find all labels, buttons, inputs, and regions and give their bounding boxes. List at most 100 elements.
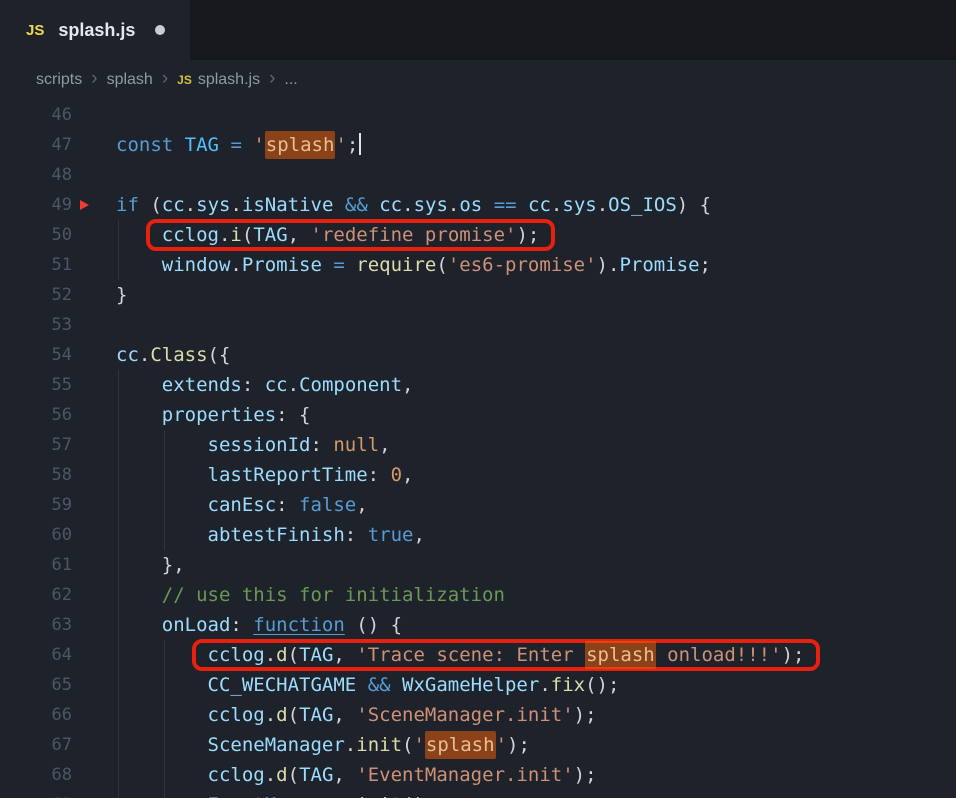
- modified-indicator-dot[interactable]: [155, 25, 166, 35]
- line-number[interactable]: 56: [0, 400, 72, 430]
- tab-splash-js[interactable]: JS splash.js: [0, 0, 190, 60]
- line-number[interactable]: 59: [0, 490, 72, 520]
- code-line[interactable]: 61 },: [0, 550, 956, 580]
- code-text: if (cc.sys.isNative && cc.sys.os == cc.s…: [116, 194, 712, 216]
- code-line[interactable]: 62 // use this for initialization: [0, 580, 956, 610]
- line-number[interactable]: 51: [0, 250, 72, 280]
- gutter-arrow-marker-icon: [80, 200, 89, 210]
- line-number[interactable]: 55: [0, 370, 72, 400]
- code-text: lastReportTime: 0,: [116, 460, 956, 490]
- indent-guide: [118, 370, 119, 400]
- line-number[interactable]: 69: [0, 790, 72, 798]
- code-line[interactable]: 48: [0, 160, 956, 190]
- chevron-right-icon: ›: [161, 68, 169, 89]
- code-line[interactable]: 47 const TAG = 'splash';: [0, 130, 956, 160]
- indent-guide: [118, 460, 119, 490]
- line-number[interactable]: 53: [0, 310, 72, 340]
- breadcrumb: scripts › splash › JS splash.js › ...: [0, 60, 956, 100]
- line-number[interactable]: 63: [0, 610, 72, 640]
- line-number[interactable]: 48: [0, 160, 72, 190]
- indent-guide: [163, 640, 165, 670]
- breadcrumb-item-splash-js[interactable]: JS splash.js: [177, 71, 260, 89]
- search-match-highlight: splash: [424, 731, 496, 759]
- code-line[interactable]: 50 cclog.i(TAG, 'redefine promise');: [0, 219, 956, 251]
- code-text: CC_WECHATGAME && WxGameHelper.fix();: [116, 670, 956, 700]
- line-number[interactable]: 50: [0, 220, 72, 250]
- line-number[interactable]: 67: [0, 730, 72, 760]
- indent-guide: [118, 670, 119, 700]
- code-line[interactable]: 54 cc.Class({: [0, 340, 956, 370]
- code-text: sessionId: null,: [116, 430, 956, 460]
- code-text: },: [116, 550, 956, 580]
- indent-guide: [163, 670, 165, 700]
- breadcrumb-item-label: splash.js: [197, 71, 261, 88]
- code-line[interactable]: 69 EventManager.init();: [0, 790, 956, 798]
- code-text: cclog.d(TAG, 'Trace scene: Enter splash …: [116, 639, 956, 671]
- line-number[interactable]: 61: [0, 550, 72, 580]
- code-line[interactable]: 65 CC_WECHATGAME && WxGameHelper.fix();: [0, 670, 956, 700]
- code-line[interactable]: 64 cclog.d(TAG, 'Trace scene: Enter spla…: [0, 639, 956, 671]
- code-text: // use this for initialization: [116, 580, 956, 610]
- indent-guide: [118, 580, 119, 610]
- code-line[interactable]: 46: [0, 100, 956, 130]
- code-line[interactable]: 49 if (cc.sys.isNative && cc.sys.os == cc…: [0, 190, 956, 220]
- code-line[interactable]: 59 canEsc: false,: [0, 490, 956, 520]
- code-line[interactable]: 52}: [0, 280, 956, 310]
- javascript-file-icon: JS: [26, 21, 45, 39]
- code-line[interactable]: 51 window.Promise = require('es6-promise…: [0, 250, 956, 280]
- code-text: cclog.i(TAG, 'redefine promise');: [116, 219, 956, 251]
- indent-guide: [118, 610, 119, 640]
- line-number[interactable]: 68: [0, 760, 72, 790]
- red-annotation-box: cclog.d(TAG, 'Trace scene: Enter splash …: [191, 639, 821, 671]
- code-line[interactable]: 66 cclog.d(TAG, 'SceneManager.init');: [0, 700, 956, 730]
- line-number[interactable]: 60: [0, 520, 72, 550]
- line-number[interactable]: 49: [0, 190, 72, 220]
- line-number[interactable]: 46: [0, 100, 72, 130]
- code-text: cclog.d(TAG, 'EventManager.init');: [116, 760, 956, 790]
- code-line[interactable]: 60 abtestFinish: true,: [0, 520, 956, 550]
- indent-guide: [163, 430, 165, 460]
- code-text: onLoad: function () {: [116, 610, 956, 640]
- indent-guide: [163, 460, 165, 490]
- indent-guide: [118, 430, 119, 460]
- line-number[interactable]: 64: [0, 640, 72, 670]
- indent-guide: [118, 400, 119, 430]
- line-number[interactable]: 58: [0, 460, 72, 490]
- code-line[interactable]: 53: [0, 310, 956, 340]
- chevron-right-icon: ›: [91, 68, 98, 89]
- code-line[interactable]: 67 SceneManager.init('splash');: [0, 730, 956, 760]
- red-annotation-box: cclog.i(TAG, 'redefine promise');: [145, 219, 556, 251]
- line-number[interactable]: 52: [0, 280, 72, 310]
- javascript-file-icon: JS: [177, 73, 192, 87]
- code-text: EventManager.init();: [116, 790, 956, 798]
- breadcrumb-item-splash[interactable]: splash: [107, 71, 153, 89]
- indent-guide: [163, 520, 165, 550]
- code-line[interactable]: 68 cclog.d(TAG, 'EventManager.init');: [0, 760, 956, 790]
- line-number[interactable]: 47: [0, 130, 72, 160]
- code-text: properties: {: [116, 400, 956, 430]
- code-line[interactable]: 58 lastReportTime: 0,: [0, 460, 956, 490]
- line-number[interactable]: 62: [0, 580, 72, 610]
- line-number[interactable]: 65: [0, 670, 72, 700]
- code-line[interactable]: 55 extends: cc.Component,: [0, 370, 956, 400]
- code-text: window.Promise = require('es6-promise').…: [116, 250, 956, 280]
- code-editor[interactable]: 46 47 const TAG = 'splash'; 48 49 if (cc.sys.…: [0, 100, 956, 798]
- code-line[interactable]: 63 onLoad: function () {: [0, 610, 956, 640]
- code-line[interactable]: 56 properties: {: [0, 400, 956, 430]
- breadcrumb-item-scripts[interactable]: scripts: [36, 71, 82, 89]
- search-match-highlight: splash: [585, 641, 656, 669]
- indent-guide: [163, 700, 165, 730]
- breadcrumb-item-ellipsis[interactable]: ...: [284, 71, 297, 89]
- code-text: const TAG = 'splash';: [116, 130, 956, 160]
- line-number[interactable]: 54: [0, 340, 72, 370]
- text-cursor: [359, 133, 362, 155]
- indent-guide: [118, 520, 119, 550]
- indent-guide: [163, 490, 165, 520]
- indent-guide: [118, 490, 119, 520]
- indent-guide: [118, 760, 119, 790]
- code-line[interactable]: 57 sessionId: null,: [0, 430, 956, 460]
- line-number[interactable]: 57: [0, 430, 72, 460]
- line-number[interactable]: 66: [0, 700, 72, 730]
- vscode-editor-window: JS splash.js scripts › splash › JS splash…: [0, 0, 956, 798]
